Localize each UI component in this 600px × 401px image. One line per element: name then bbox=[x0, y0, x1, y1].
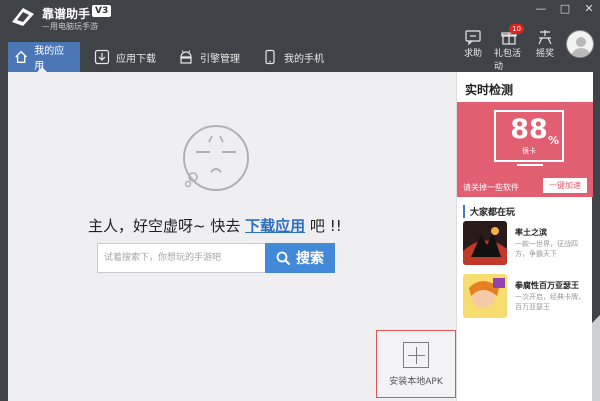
action-label: 摇奖 bbox=[535, 49, 554, 59]
tab-label: 我的应用 bbox=[34, 46, 65, 72]
lottery-action[interactable]: 摇奖 bbox=[530, 28, 560, 72]
search-bar: 搜索 bbox=[97, 243, 335, 273]
tab-app-download[interactable]: 应用下载 bbox=[88, 42, 166, 72]
search-button[interactable]: 搜索 bbox=[265, 243, 335, 273]
monitor-stand bbox=[517, 164, 543, 166]
window-left-edge bbox=[0, 72, 8, 401]
minimize-button[interactable]: — bbox=[534, 3, 548, 15]
game-name: 率土之滨 bbox=[515, 228, 547, 237]
search-icon bbox=[276, 251, 291, 265]
search-input[interactable] bbox=[97, 243, 265, 273]
user-icon bbox=[571, 37, 591, 57]
version-badge: V3 bbox=[92, 5, 112, 17]
empty-face-icon bbox=[183, 125, 249, 191]
brand-name: 靠谱助手 bbox=[42, 7, 91, 21]
popular-games-title: 大家都在玩 bbox=[463, 205, 515, 218]
help-action[interactable]: 求助 bbox=[458, 28, 488, 72]
android-icon bbox=[180, 50, 192, 64]
game-desc: 一款一世界，征战四方，争霸天下 bbox=[515, 240, 578, 258]
phone-icon bbox=[265, 49, 275, 65]
game-desc: 一次开启，经典卡牌，百万亚瑟王 bbox=[515, 293, 585, 311]
tab-label: 应用下载 bbox=[116, 53, 156, 65]
empty-message-suffix: 吧 !! bbox=[309, 217, 342, 235]
install-apk-label: 安装本地APK bbox=[389, 376, 443, 387]
search-button-label: 搜索 bbox=[296, 251, 324, 267]
main-content: 主人，好空虚呀~ 快去 下载应用 吧 !! 搜索 安装本地APK bbox=[8, 72, 456, 401]
tab-engine-management[interactable]: 引擎管理 bbox=[172, 42, 250, 72]
game-item[interactable]: 率土之滨 一款一世界，征战四方，争霸天下 bbox=[463, 221, 589, 267]
monitor-panel: 88 % 很卡 请关掉一些软件 一键加速 bbox=[457, 102, 593, 197]
notification-badge: 10 bbox=[509, 24, 524, 34]
download-icon bbox=[94, 49, 110, 65]
user-avatar[interactable] bbox=[566, 30, 594, 58]
lottery-icon bbox=[538, 30, 552, 45]
game-item[interactable]: 拳腐性百万亚瑟王 一次开启，经典卡牌，百万亚瑟王 bbox=[463, 274, 589, 320]
tab-label: 引擎管理 bbox=[200, 53, 240, 65]
main-tabs: 我的应用 应用下载 引擎管理 我的手机 bbox=[8, 42, 334, 73]
app-logo-icon bbox=[12, 8, 34, 26]
top-actions: 求助 10 礼包活动 摇奖 bbox=[458, 24, 560, 72]
download-apps-link[interactable]: 下载应用 bbox=[245, 217, 305, 235]
monitor-header: 实时检测 bbox=[457, 72, 593, 102]
game-thumbnail bbox=[463, 274, 507, 318]
plus-icon bbox=[403, 341, 429, 368]
close-button[interactable]: ✕ bbox=[582, 3, 596, 15]
empty-message-prefix: 主人，好空虚呀~ 快去 bbox=[88, 217, 241, 235]
tab-my-apps[interactable]: 我的应用 bbox=[8, 42, 80, 73]
game-name: 拳腐性百万亚瑟王 bbox=[515, 281, 579, 290]
tab-label: 我的手机 bbox=[284, 53, 324, 65]
monitor-status: 很卡 bbox=[522, 147, 536, 155]
gift-action[interactable]: 10 礼包活动 bbox=[494, 24, 524, 72]
window-controls: — □ ✕ bbox=[534, 3, 596, 15]
home-icon bbox=[15, 50, 27, 64]
help-icon bbox=[465, 30, 481, 46]
gift-icon-wrap: 10 bbox=[500, 24, 524, 46]
game-thumbnail bbox=[463, 221, 507, 265]
action-label: 求助 bbox=[463, 49, 482, 59]
monitor-hint: 请关掉一些软件 bbox=[463, 183, 519, 192]
empty-message: 主人，好空虚呀~ 快去 下载应用 吧 !! bbox=[88, 215, 388, 236]
title-bar: 靠谱助手 V3 —用电脑玩手游 — □ ✕ 我的应用 应用下载 引擎管理 我的手… bbox=[0, 0, 600, 73]
tagline: —用电脑玩手游 bbox=[42, 22, 98, 31]
install-apk-button[interactable]: 安装本地APK bbox=[376, 330, 456, 398]
accelerate-button[interactable]: 一键加速 bbox=[543, 178, 587, 193]
window-right-edge bbox=[592, 72, 600, 401]
monitor-screen-icon: 88 % 很卡 bbox=[494, 110, 564, 162]
right-panel: 实时检测 88 % 很卡 请关掉一些软件 一键加速 大家都在玩 率土之滨 一款一… bbox=[456, 72, 593, 401]
maximize-button[interactable]: □ bbox=[558, 3, 572, 15]
monitor-title: 实时检测 bbox=[465, 83, 514, 97]
action-label: 礼包活动 bbox=[494, 49, 522, 72]
tab-my-phone[interactable]: 我的手机 bbox=[256, 42, 334, 72]
